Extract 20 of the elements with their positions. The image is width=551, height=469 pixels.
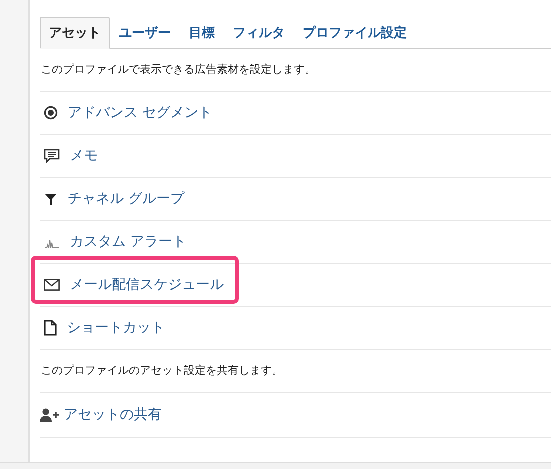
filter-icon <box>44 192 58 206</box>
asset-link[interactable]: チャネル グループ <box>68 190 184 208</box>
tab[interactable]: 目標 <box>180 17 224 49</box>
tab[interactable]: アセット <box>40 17 110 49</box>
asset-link[interactable]: メモ <box>70 147 98 165</box>
envelope-icon <box>44 279 60 291</box>
radio-icon <box>44 106 58 120</box>
asset-link[interactable]: ショートカット <box>67 319 165 337</box>
section-description: このプロファイルのアセット設定を共有します。 <box>40 350 551 393</box>
add-user-icon <box>40 408 60 422</box>
tab[interactable]: プロファイル設定 <box>294 17 416 49</box>
document-icon <box>44 320 57 336</box>
tab[interactable]: フィルタ <box>224 17 294 49</box>
comment-icon <box>44 148 60 164</box>
asset-link[interactable]: メール配信スケジュール <box>70 276 224 294</box>
asset-link[interactable]: カスタム アラート <box>70 233 186 251</box>
tab[interactable]: ユーザー <box>110 17 180 49</box>
section-description: このプロファイルで表示できる広告素材を設定します。 <box>40 49 551 92</box>
asset-link[interactable]: アドバンス セグメント <box>68 104 212 122</box>
asset-link[interactable]: アセットの共有 <box>64 406 162 424</box>
